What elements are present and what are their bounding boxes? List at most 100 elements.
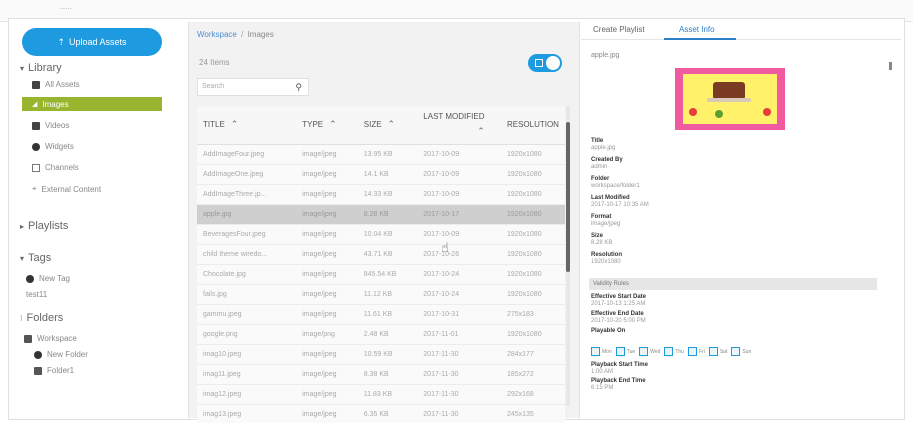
table-cell: image/jpeg [296, 344, 358, 365]
sort-icon[interactable]: ⌃ [388, 119, 396, 129]
sort-icon[interactable]: ⌃ [231, 119, 239, 129]
day-checkbox[interactable]: Wed [639, 347, 660, 356]
table-cell: 2017-10-24 [417, 284, 501, 305]
table-row[interactable]: google.png image/png 2.48 KB 2017-11-01 1920… [197, 324, 565, 345]
sidebar-item-images[interactable]: ◢ Images [22, 97, 162, 111]
metadata-value: admin [591, 164, 608, 170]
table-row[interactable]: BeveragesFour.jpeg image/jpeg 10.04 KB 2017… [197, 224, 565, 245]
breadcrumb: Workspace / Images [197, 30, 274, 39]
tab-create-playlist[interactable]: Create Playlist [593, 25, 645, 34]
folders-section[interactable]: ⁝ Folders [20, 312, 63, 324]
table-cell: 2017-10-24 [417, 264, 501, 285]
table-cell: 2017-10-09 [417, 184, 501, 205]
table-cell: 14.1 KB [357, 164, 418, 185]
table-cell: 11.83 KB [357, 384, 418, 405]
table-row[interactable]: child theme wiredo... image/jpeg 43.71 KB 2… [197, 244, 565, 265]
table-cell: 284x177 [500, 344, 565, 365]
sidebar-item-videos[interactable]: Videos [32, 121, 69, 130]
panel-scrollbar[interactable] [889, 62, 892, 70]
collapse-icon: ⁝ [20, 313, 23, 323]
tag-label: test11 [26, 290, 48, 299]
playlists-label: Playlists [28, 220, 69, 232]
column-header-title[interactable]: TITLE ⌃ [197, 106, 297, 145]
metadata-value: image/jpeg [591, 221, 621, 227]
metadata-key: Effective Start Date [591, 294, 647, 300]
tag-item[interactable]: test11 [26, 290, 47, 299]
day-label: Wed [650, 348, 661, 355]
breadcrumb-separator: / [241, 30, 244, 39]
column-header-resolution[interactable]: RESOLUTION [500, 106, 565, 145]
table-row[interactable]: AddImageThree.jp... image/jpeg 14.33 KB 201… [197, 184, 565, 205]
column-header-type[interactable]: TYPE ⌃ [296, 106, 358, 145]
table-cell: 43.71 KB [357, 244, 418, 265]
checkbox-icon[interactable] [664, 347, 674, 356]
sidebar-item-label: Videos [45, 121, 70, 130]
metadata-key: Resolution [591, 252, 622, 258]
tags-section[interactable]: ▾ Tags [20, 252, 51, 264]
table-row[interactable]: imag10.jpeg image/jpeg 10.59 KB 2017-11-30 2… [197, 344, 565, 365]
checkbox-icon[interactable] [591, 347, 600, 356]
table-row[interactable]: imag13.jpeg image/jpeg 6.35 KB 2017-11-30 24… [197, 404, 565, 423]
day-checkbox[interactable]: Sat [708, 347, 727, 356]
breadcrumb-current: Images [247, 30, 274, 39]
scrollbar-thumb[interactable] [566, 122, 570, 272]
metadata-field: Playback End Time 6:15 PM [591, 378, 646, 392]
checkbox-icon[interactable] [731, 347, 741, 356]
metadata-field: Last Modified 2017-10-17 10:35 AM [591, 195, 649, 209]
metadata-value: 2017-10-13 1:25 AM [591, 301, 646, 307]
table-row[interactable]: apple.jpg image/jpeg 8.28 KB 2017-10-17 1920… [197, 204, 565, 225]
preview-cake [713, 82, 745, 98]
new-tag-button[interactable]: New Tag [26, 274, 70, 283]
sort-icon[interactable]: ⌃ [477, 126, 485, 136]
breadcrumb-workspace[interactable]: Workspace [197, 30, 237, 39]
collapse-icon: ▸ [20, 221, 25, 231]
day-label: Sun [742, 348, 752, 355]
sidebar-item-channels[interactable]: Channels [32, 163, 79, 172]
table-cell: 6.35 KB [357, 404, 418, 423]
checkbox-icon[interactable] [615, 347, 625, 356]
upload-assets-button[interactable]: ⇡ Upload Assets [22, 28, 162, 56]
day-checkbox[interactable]: Tue [615, 347, 635, 356]
table-row[interactable]: imag11.jpeg image/jpeg 8.38 KB 2017-11-30 18… [197, 364, 565, 385]
checkbox-icon[interactable] [639, 347, 649, 356]
playlists-section[interactable]: ▸ Playlists [20, 220, 68, 232]
search-input[interactable]: Search ⚲ [197, 78, 309, 96]
table-cell: imag13.jpeg [197, 404, 297, 423]
widget-icon [32, 142, 40, 151]
sidebar-item-external-content[interactable]: ⌖ External Content [32, 184, 101, 194]
table-cell: 2017-11-01 [417, 324, 501, 345]
day-checkbox[interactable]: Sun [731, 347, 751, 356]
tab-asset-info[interactable]: Asset Info [679, 25, 715, 34]
metadata-value: apple.jpg [591, 145, 616, 151]
table-cell: 10.04 KB [357, 224, 418, 245]
day-checkbox[interactable]: Fri [688, 347, 705, 356]
column-label: TITLE [203, 120, 225, 130]
folder-workspace[interactable]: Workspace [24, 334, 77, 343]
day-checkbox[interactable]: Thu [664, 347, 684, 356]
table-row[interactable]: AddImageOne.jpeg image/jpeg 14.1 KB 2017-10… [197, 164, 565, 185]
column-header-size[interactable]: SIZE ⌃ [357, 106, 418, 145]
table-cell: 275x183 [500, 304, 565, 325]
table-row[interactable]: Chocolate.jpg image/jpeg 845.54 KB 2017-10-… [197, 264, 565, 285]
sidebar-item-widgets[interactable]: Widgets [32, 142, 74, 151]
image-stack-icon [32, 80, 40, 89]
sort-icon[interactable]: ⌃ [329, 119, 337, 129]
table-cell: 1920x1080 [500, 244, 565, 265]
library-section[interactable]: ▾ Library [20, 62, 62, 74]
folder-folder1[interactable]: Folder1 [34, 366, 74, 375]
metadata-field: Created By admin [591, 157, 623, 171]
view-toggle[interactable] [528, 54, 562, 72]
sidebar-item-all-assets[interactable]: All Assets [32, 80, 80, 89]
table-row[interactable]: fails.jpg image/jpeg 11.12 KB 2017-10-24 192… [197, 284, 565, 305]
checkbox-icon[interactable] [688, 347, 697, 356]
metadata-value: 6:15 PM [591, 385, 614, 391]
new-folder-button[interactable]: New Folder [34, 350, 88, 359]
day-checkbox[interactable]: Mon [591, 347, 612, 356]
checkbox-icon[interactable] [708, 347, 718, 356]
table-row[interactable]: gammu.jpeg image/jpeg 11.61 KB 2017-10-31 27… [197, 304, 565, 325]
table-row[interactable]: AddImageFour.jpeg image/jpeg 13.95 KB 2017-… [197, 144, 565, 165]
table-scrollbar[interactable] [566, 106, 570, 406]
column-header-last-modified[interactable]: LAST MODIFIED ⌃ [417, 106, 501, 145]
table-cell: 1920x1080 [500, 324, 565, 345]
table-row[interactable]: imag12.jpeg image/jpeg 11.83 KB 2017-11-30 2… [197, 384, 565, 405]
